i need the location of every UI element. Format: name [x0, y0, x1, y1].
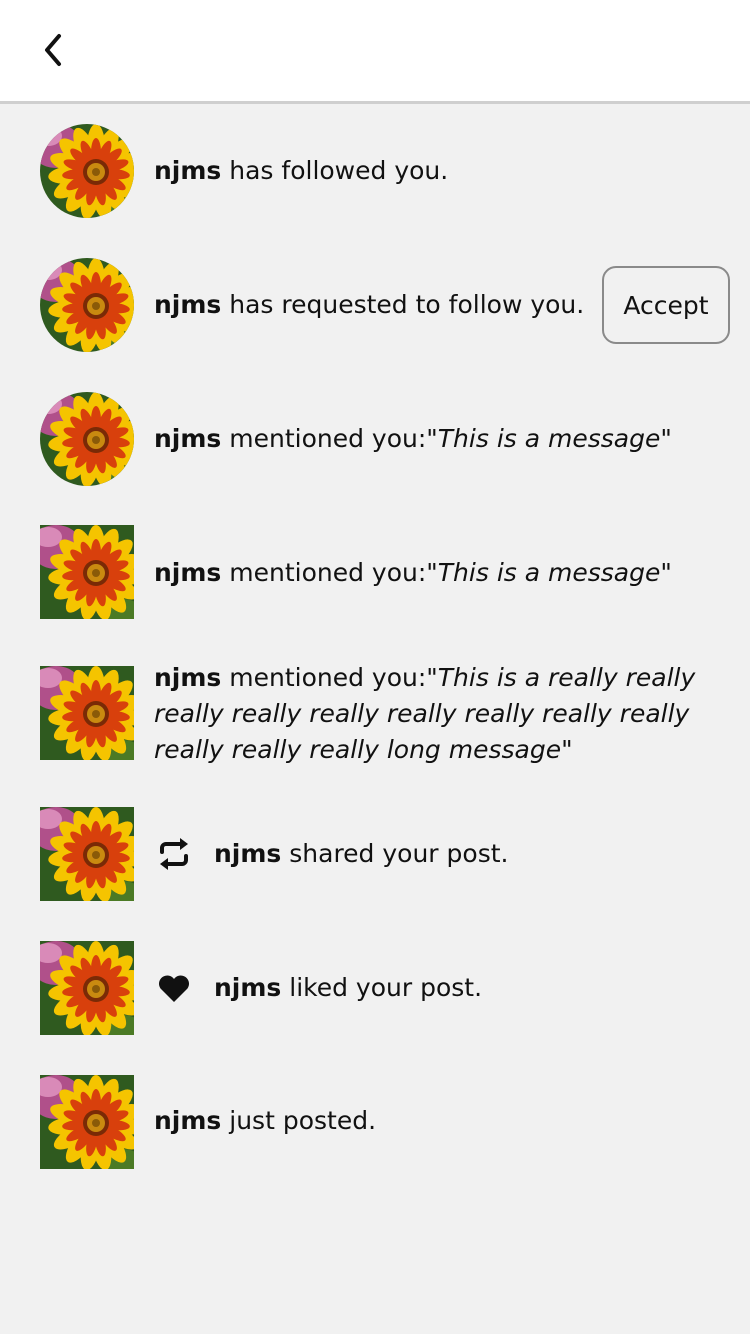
avatar[interactable] — [40, 1075, 134, 1169]
notification-text: njms liked your post. — [214, 973, 483, 1002]
top-bar — [0, 0, 750, 104]
notification-text: njms has followed you. — [154, 156, 449, 185]
username[interactable]: njms — [154, 424, 221, 453]
username[interactable]: njms — [214, 839, 281, 868]
notification-text: njms has requested to follow you. — [154, 290, 585, 319]
username[interactable]: njms — [154, 290, 221, 319]
avatar[interactable] — [40, 525, 134, 619]
avatar[interactable] — [40, 666, 134, 760]
notification-text: njms mentioned you:"This is a message" — [154, 558, 672, 587]
avatar[interactable] — [40, 258, 134, 352]
chevron-left-icon — [45, 34, 61, 66]
avatar[interactable] — [40, 392, 134, 486]
notification-text: njms mentioned you:"This is a message" — [154, 424, 672, 453]
avatar[interactable] — [40, 941, 134, 1035]
repost-icon — [156, 836, 192, 872]
back-button[interactable] — [26, 22, 78, 78]
username[interactable]: njms — [154, 558, 221, 587]
username[interactable]: njms — [154, 663, 221, 692]
heart-icon — [156, 970, 192, 1006]
username[interactable]: njms — [154, 156, 221, 185]
avatar[interactable] — [40, 124, 134, 218]
mention-quote: "This is a message" — [426, 424, 672, 453]
username[interactable]: njms — [154, 1106, 221, 1135]
username[interactable]: njms — [214, 973, 281, 1002]
mention-quote: "This is a message" — [426, 558, 672, 587]
notification-text: njms just posted. — [154, 1106, 377, 1135]
accept-button[interactable]: Accept — [602, 266, 730, 344]
notification-text: njms shared your post. — [214, 839, 509, 868]
avatar[interactable] — [40, 807, 134, 901]
notification-text: njms mentioned you:"This is a really rea… — [154, 663, 696, 764]
